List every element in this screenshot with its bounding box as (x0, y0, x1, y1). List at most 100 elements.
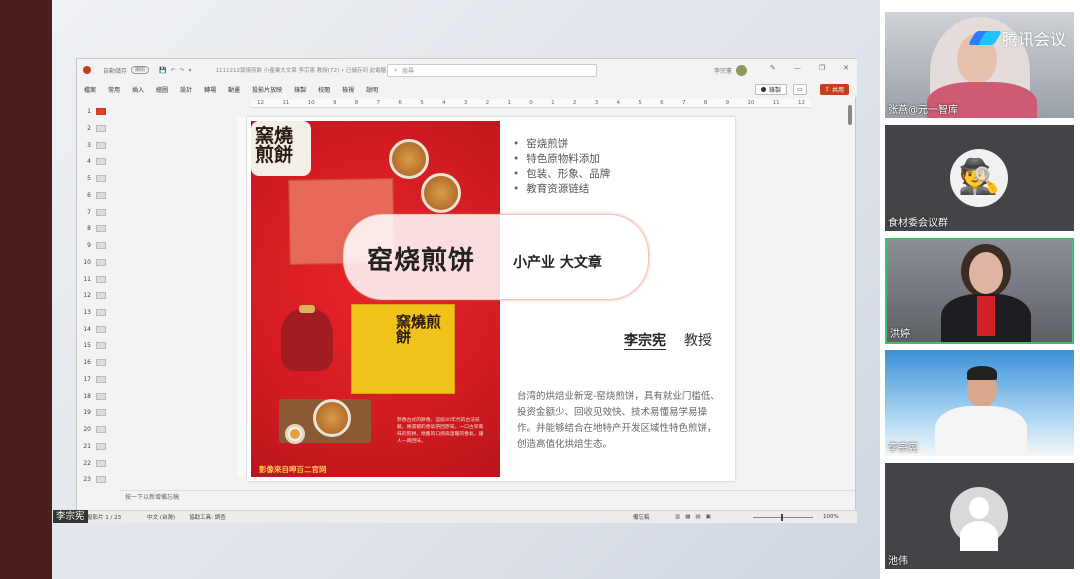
tab-home[interactable]: 常用 (108, 85, 120, 94)
participant-tile-active-speaker[interactable]: 洪婷 (885, 238, 1074, 344)
tab-file[interactable]: 檔案 (84, 85, 96, 94)
ruler-tick: 7 (681, 100, 686, 106)
slide-counter: 投影片 1 / 23 (87, 515, 122, 521)
tab-slideshow[interactable]: 投影片放映 (252, 85, 282, 94)
thumbnail-image (96, 425, 106, 433)
slide-thumbnail[interactable]: 19 (77, 406, 117, 418)
slide-thumbnail[interactable]: 12 (77, 289, 117, 301)
autosave-toggle[interactable]: 關閉 (131, 66, 150, 74)
slide-thumbnail[interactable]: 4 (77, 155, 117, 167)
view-buttons[interactable]: ▥▦▤▣ (675, 514, 716, 520)
ruler-tick: 4 (616, 100, 621, 106)
box-calligraphy-title: 窯燒煎餅 (396, 313, 442, 346)
participant-name: 池伟 (888, 556, 908, 567)
user-avatar (736, 65, 747, 76)
slide-thumbnail[interactable]: 16 (77, 356, 117, 368)
default-avatar-head-icon (969, 497, 989, 519)
tab-view[interactable]: 檢視 (342, 85, 354, 94)
participant-tile[interactable]: 池伟 (885, 463, 1074, 569)
slide-thumbnail[interactable]: 1 (77, 105, 117, 117)
zoom-slider[interactable] (753, 514, 813, 521)
search-icon: ⌕ (394, 66, 398, 74)
zoom-knob[interactable] (781, 514, 783, 521)
notes-pane[interactable]: 按一下以新增備忘稿 (119, 490, 855, 504)
tab-transitions[interactable]: 轉場 (204, 85, 216, 94)
thumbnail-image (96, 124, 106, 132)
ruler-tick: 10 (747, 100, 755, 106)
ruler-tick: 6 (660, 100, 664, 106)
status-bar: 投影片 1 / 23 中文 (台灣) 協助工具: 調查 備忘稿 ▥▦▤▣ 100… (77, 510, 857, 523)
slide-thumbnail[interactable]: 5 (77, 172, 117, 184)
slide-thumbnail[interactable]: 20 (77, 423, 117, 435)
participant-tile[interactable]: 腾讯会议 张燕@元一智库 (885, 12, 1074, 118)
slide-thumbnail[interactable]: 22 (77, 457, 117, 469)
search-input[interactable]: ⌕ 搜尋 (387, 64, 597, 77)
thumbnail-image (96, 258, 106, 266)
user-account[interactable]: 李宗憲 (714, 65, 747, 76)
participant-tile[interactable]: 李宗宪 (885, 350, 1074, 456)
slide-thumbnail[interactable]: 11 (77, 273, 117, 285)
ruler-tick: 8 (703, 100, 708, 106)
default-avatar (950, 487, 1008, 551)
ruler-tick: 2 (485, 100, 490, 106)
app-name: 腾讯会议 (1001, 30, 1066, 49)
slide-thumbnail[interactable]: 8 (77, 222, 117, 234)
ruler-tick: 11 (772, 100, 780, 106)
left-dark-strip (0, 0, 52, 579)
slide-thumbnail[interactable]: 7 (77, 206, 117, 218)
window-controls: ✎ — ❐ ✕ (770, 64, 849, 72)
slide-thumbnail[interactable]: 18 (77, 390, 117, 402)
tab-design[interactable]: 設計 (180, 85, 192, 94)
quick-access-icons[interactable]: 💾↶↷▾ (159, 67, 196, 74)
slide-thumbnail[interactable]: 23 (77, 473, 117, 485)
ruler-tick: 11 (282, 100, 290, 106)
bullet-item: 特色原物料添加 (513, 152, 610, 167)
tab-animations[interactable]: 動畫 (228, 85, 240, 94)
ruler-tick: 0 (529, 100, 533, 106)
minimize-icon[interactable]: — (794, 64, 801, 72)
slide-thumbnail[interactable]: 17 (77, 373, 117, 385)
thumbnail-image (96, 442, 106, 450)
pen-icon[interactable]: ✎ (770, 64, 776, 72)
slide-thumbnail[interactable]: 10 (77, 256, 117, 268)
participant-name: 洪婷 (890, 329, 910, 340)
thumbnail-image (96, 392, 106, 400)
record-button[interactable]: 錄製 (754, 84, 787, 95)
participant-shirt (977, 296, 995, 336)
slide-thumbnail[interactable]: 9 (77, 239, 117, 251)
thumbnail-image (96, 174, 106, 182)
ruler-tick: 7 (376, 100, 381, 106)
tab-help[interactable]: 說明 (366, 85, 378, 94)
slide-thumbnail[interactable]: 14 (77, 323, 117, 335)
thumbnail-image (96, 275, 106, 283)
thumbnail-image (96, 325, 106, 333)
slide-thumbnail[interactable]: 13 (77, 306, 117, 318)
tab-record[interactable]: 錄製 (294, 85, 306, 94)
slide-canvas[interactable]: 窯燒煎餅 窯燒煎餅 熟香古式的餅香，這段80年代的古法技藝，將濃郁的香氣帶回原味… (247, 117, 735, 481)
tab-insert[interactable]: 插入 (132, 85, 144, 94)
participant-tile[interactable]: 🕵 食材委会议群 (885, 125, 1074, 231)
scrollbar-thumb[interactable] (848, 105, 852, 125)
zoom-level[interactable]: 100% (823, 514, 839, 520)
close-icon[interactable]: ✕ (843, 64, 849, 72)
notes-toggle[interactable]: 備忘稿 (633, 513, 650, 521)
accessibility-status[interactable]: 協助工具: 調查 (189, 513, 226, 521)
thumbnail-image (96, 375, 106, 383)
slide-thumbnail[interactable]: 6 (77, 189, 117, 201)
share-button[interactable]: ⇪ 共用 (819, 84, 849, 95)
notes-placeholder: 按一下以新增備忘稿 (125, 494, 180, 501)
participant-name: 张燕@元一智库 (888, 105, 958, 116)
tab-draw[interactable]: 繪圖 (156, 85, 168, 94)
slide-thumbnail-panel: 1 2 3 4 5 6 7 8 9 10 11 12 13 14 15 16 1… (77, 99, 117, 486)
slide-thumbnail[interactable]: 21 (77, 440, 117, 452)
language-indicator[interactable]: 中文 (台灣) (147, 513, 175, 521)
slide-thumbnail[interactable]: 3 (77, 139, 117, 151)
vertical-scrollbar[interactable] (847, 99, 853, 469)
comments-button[interactable]: ▭ (793, 84, 807, 95)
slide-thumbnail[interactable]: 2 (77, 122, 117, 134)
slide-thumbnail[interactable]: 15 (77, 339, 117, 351)
ruler-tick: 12 (798, 100, 805, 106)
tab-review[interactable]: 校閱 (318, 85, 330, 94)
tencent-meeting-icon (967, 30, 1003, 46)
restore-icon[interactable]: ❐ (819, 64, 825, 72)
